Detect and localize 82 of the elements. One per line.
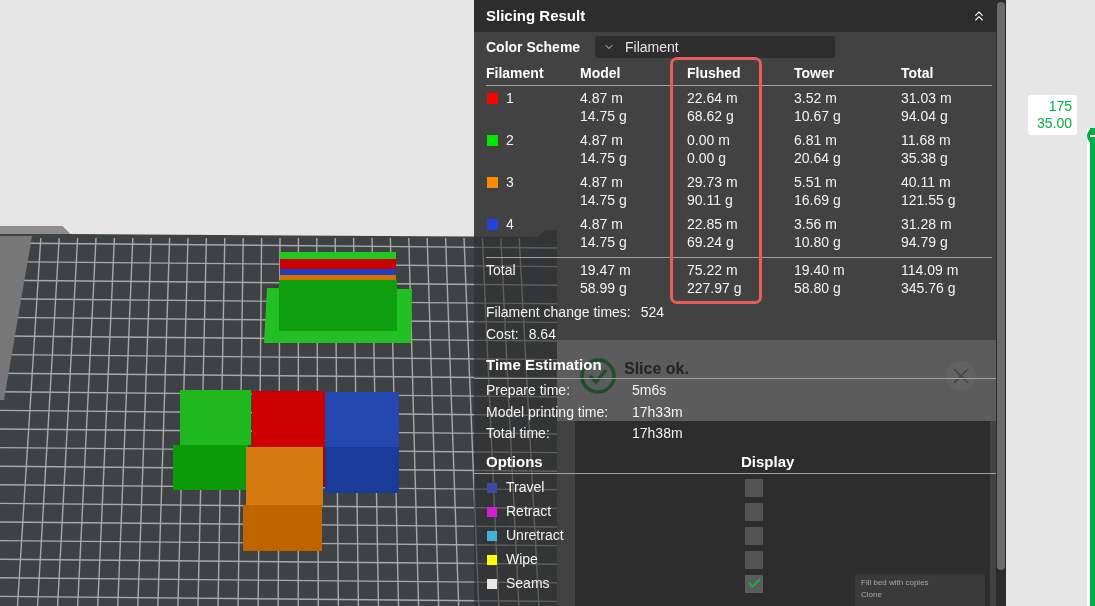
layer-slider-track[interactable] (1087, 128, 1095, 606)
option-label: Seams (506, 574, 550, 593)
length-cell: 5.51 m (794, 173, 837, 191)
option-label: Wipe (506, 550, 538, 569)
length-cell: 19.47 m (580, 261, 631, 279)
length-cell: 31.03 m (901, 89, 952, 107)
weight-cell: 14.75 g (580, 233, 627, 251)
length-cell: 4.87 m (580, 215, 623, 233)
menu-item[interactable]: Fill bed with copies (861, 577, 929, 589)
column-header: Tower (794, 64, 835, 83)
time-value: 17h33m (632, 402, 683, 422)
weight-cell: 35.38 g (901, 149, 948, 167)
weight-cell: 227.97 g (687, 279, 742, 297)
weight-cell: 10.67 g (794, 107, 841, 125)
color-scheme-dropdown[interactable]: Filament (595, 36, 835, 58)
column-header: Options (486, 452, 543, 471)
weight-cell: 10.80 g (794, 233, 841, 251)
length-cell: 29.73 m (687, 173, 738, 191)
weight-cell: 121.55 g (901, 191, 956, 209)
column-header: Filament (486, 64, 544, 83)
weight-cell: 345.76 g (901, 279, 956, 297)
column-header: Total (901, 64, 934, 83)
length-cell: 31.28 m (901, 215, 952, 233)
weight-cell: 0.00 g (687, 149, 726, 167)
length-cell: 0.00 m (687, 131, 730, 149)
length-cell: 22.64 m (687, 89, 738, 107)
length-cell: 11.68 m (901, 131, 951, 149)
filament-number: 4 (506, 215, 514, 233)
stat-label: Filament change times: (486, 303, 631, 322)
filament-number: 1 (506, 89, 514, 107)
stat-value: 524 (640, 303, 665, 322)
weight-cell: 14.75 g (580, 107, 627, 125)
section-title: Time Estimation (486, 356, 602, 373)
weight-cell: 14.75 g (580, 149, 627, 167)
option-label: Retract (506, 502, 552, 521)
stat-value: 8.64 (528, 325, 556, 344)
length-cell: 3.52 m (794, 89, 837, 107)
bed-rim (0, 226, 70, 234)
length-cell: 114.09 m (901, 261, 959, 279)
length-cell: 6.81 m (794, 131, 837, 149)
layer-number: 175 (1048, 98, 1072, 115)
menu-item[interactable]: Clone (861, 589, 882, 601)
time-label: Total time: (486, 424, 550, 443)
weight-cell: 14.75 g (580, 191, 627, 209)
length-cell: 4.87 m (580, 173, 623, 191)
length-cell: 75.22 m (687, 261, 738, 279)
length-cell: 3.56 m (794, 215, 837, 233)
weight-cell: 94.79 g (901, 233, 948, 251)
column-header: Model (580, 64, 621, 83)
length-cell: 4.87 m (580, 89, 623, 107)
time-value: 17h38m (632, 424, 683, 443)
weight-cell: 58.99 g (580, 279, 627, 297)
time-value: 5m6s (632, 381, 667, 400)
panel-title: Slicing Result (486, 5, 586, 26)
weight-cell: 58.80 g (794, 279, 841, 297)
weight-cell: 69.24 g (687, 233, 734, 251)
option-label: Unretract (506, 526, 564, 545)
time-label: Model printing time: (486, 402, 609, 422)
length-cell: 40.11 m (901, 173, 951, 191)
column-header: Display (741, 452, 795, 471)
checkmark-icon (746, 576, 762, 591)
layer-height: 35.00 (1036, 115, 1072, 132)
weight-cell: 94.04 g (901, 107, 948, 125)
time-label: Prepare time: (486, 381, 571, 400)
weight-cell: 90.11 g (687, 191, 733, 209)
length-cell: 22.85 m (687, 215, 738, 233)
filament-number: 2 (506, 131, 514, 149)
weight-cell: 20.64 g (794, 149, 841, 167)
length-cell: 4.87 m (580, 131, 623, 149)
total-label: Total (486, 261, 516, 279)
length-cell: 19.40 m (794, 261, 845, 279)
slider-thumb[interactable] (1087, 128, 1095, 144)
stat-label: Cost: (486, 325, 519, 344)
notification-text: Slice ok. (624, 361, 689, 377)
close-icon[interactable] (946, 361, 976, 391)
weight-cell: 68.62 g (687, 107, 734, 125)
color-scheme-label: Color Scheme (486, 37, 582, 57)
option-label: Travel (506, 478, 545, 497)
column-header: Flushed (687, 64, 741, 83)
filament-number: 3 (506, 173, 514, 191)
scrollbar-thumb[interactable] (997, 2, 1005, 570)
weight-cell: 16.69 g (794, 191, 841, 209)
